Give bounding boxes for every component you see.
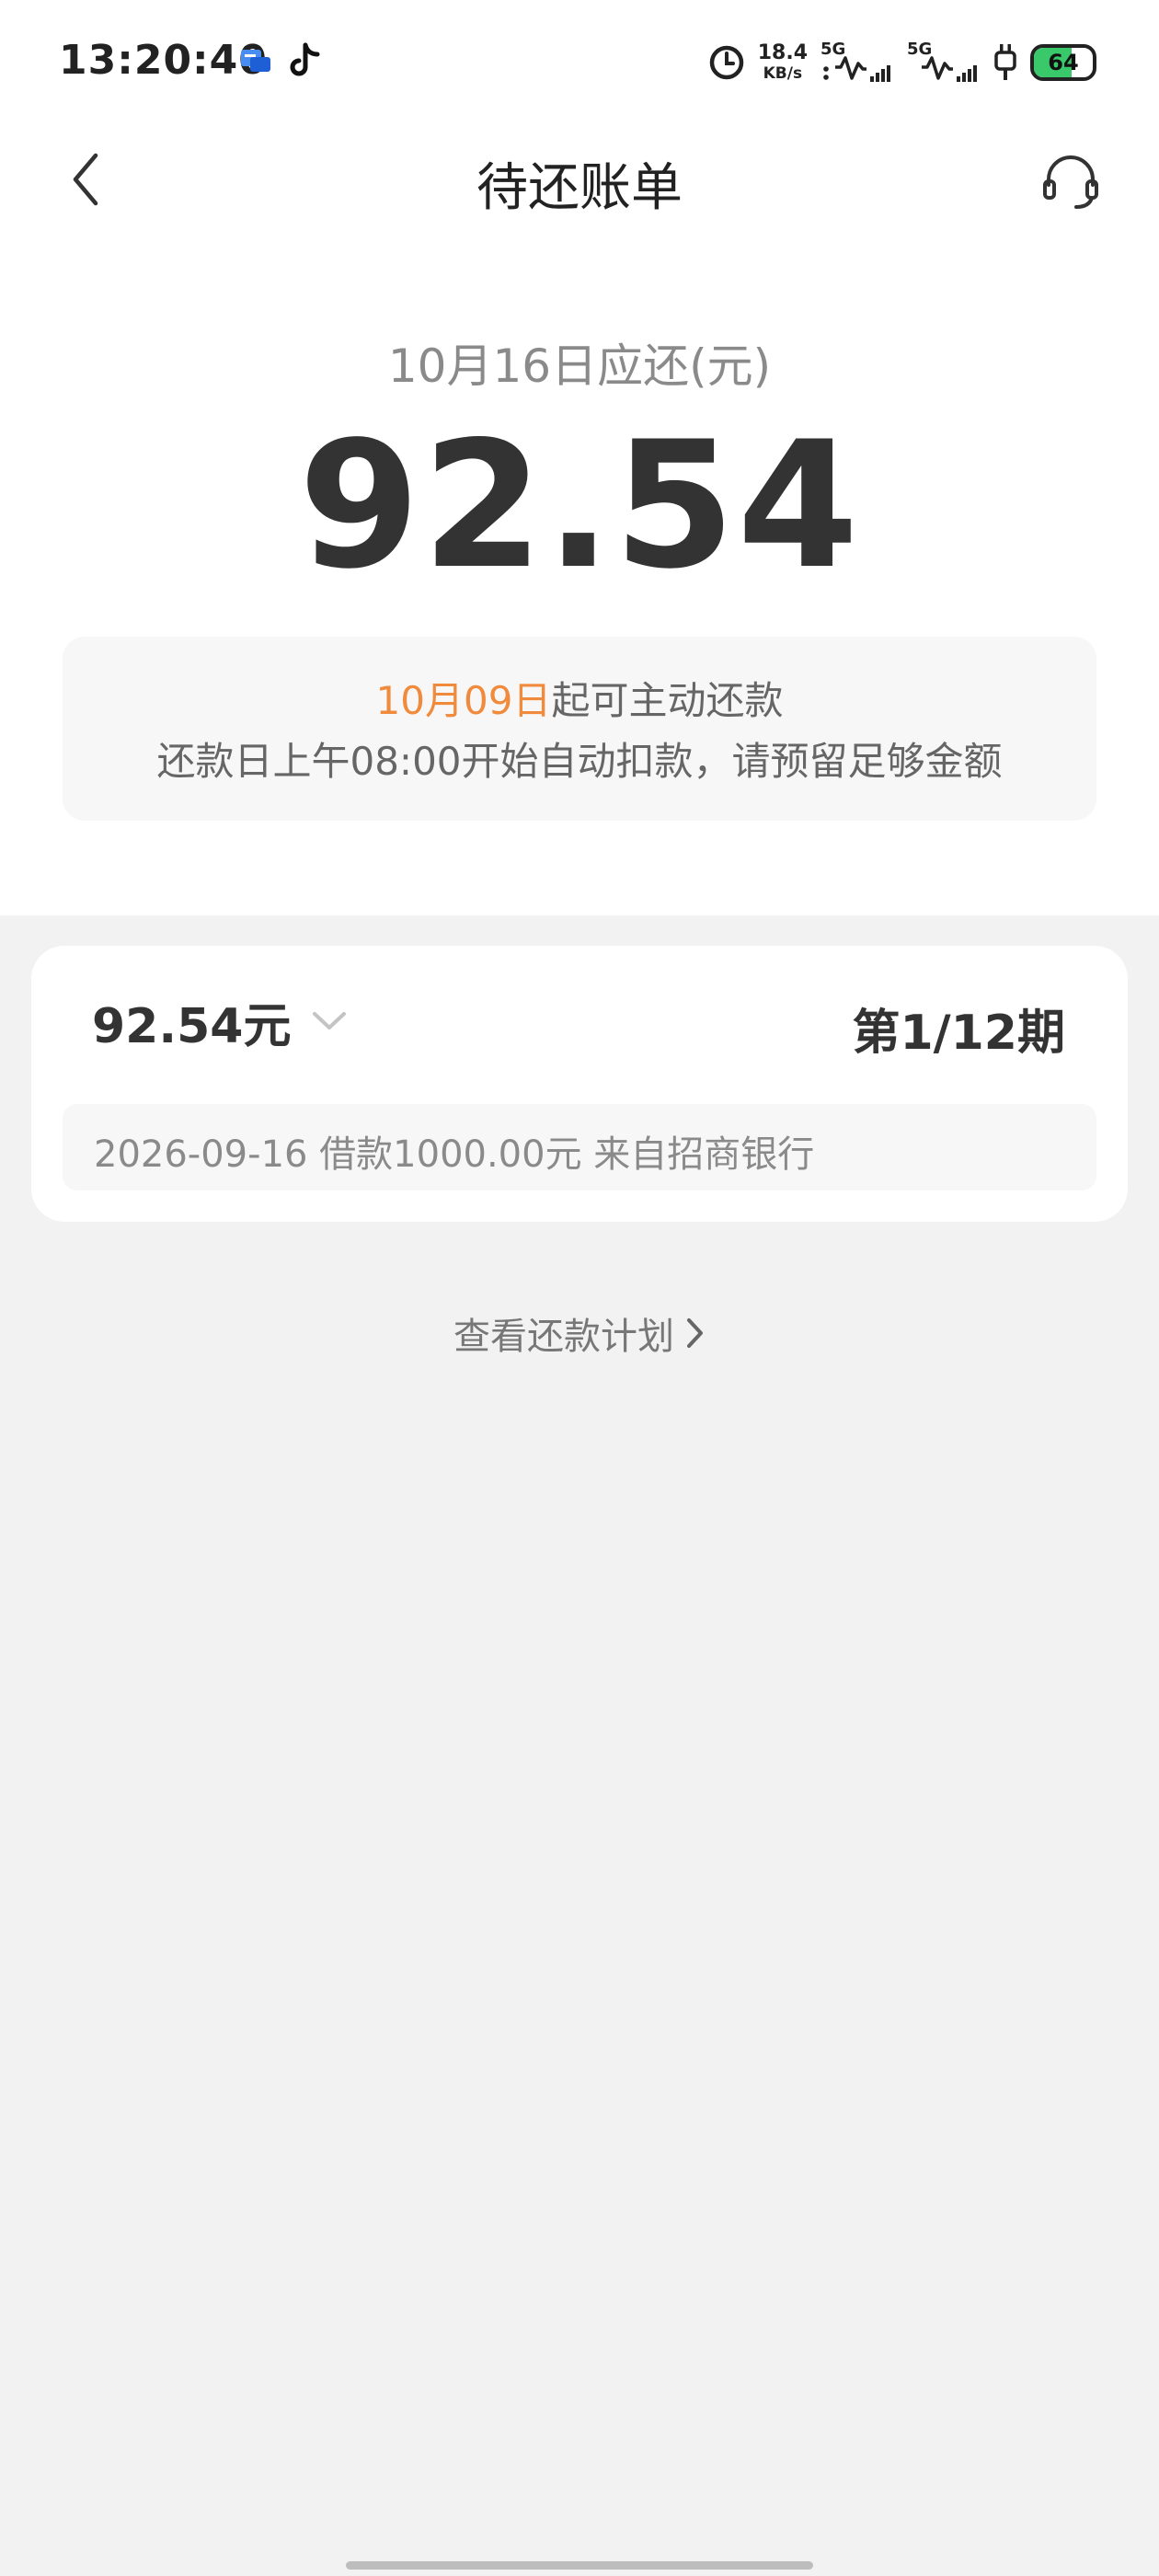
- signal-icon: 5G: [907, 40, 981, 84]
- bill-card: 92.54元 第1/12期 2026-09-16 借款1000.00元 来自招商…: [31, 946, 1128, 1222]
- bill-period: 第1/12期: [852, 1006, 1065, 1061]
- loan-info: 2026-09-16 借款1000.00元 来自招商银行: [63, 1104, 1096, 1190]
- app-screen: 13:20:40 18.4 KB/s 5G 5G 64 待还账单 10月16日应…: [0, 0, 1159, 2576]
- bill-amount: 92.54元: [92, 998, 292, 1054]
- view-repayment-plan-label: 查看还款计划: [453, 1316, 674, 1358]
- chevron-down-icon: [313, 1012, 347, 1029]
- notice-start-text: 起可主动还款: [551, 678, 784, 723]
- notice-start-line: 10月09日起可主动还款: [63, 670, 1096, 726]
- chevron-right-icon: [687, 1318, 703, 1348]
- signal-icon: 5G: [820, 40, 894, 84]
- notice-start-date: 10月09日: [375, 678, 552, 723]
- customer-service-button[interactable]: [1038, 148, 1104, 214]
- repayment-notice: 10月09日起可主动还款 还款日上午08:00开始自动扣款，请预留足够金额: [63, 637, 1096, 821]
- view-repayment-plan-link[interactable]: 查看还款计划: [0, 1306, 1159, 1360]
- status-time: 13:20:40: [59, 37, 268, 84]
- chat-app-icon: [241, 48, 272, 75]
- page-title: 待还账单: [476, 158, 683, 218]
- headset-icon: [1043, 155, 1098, 209]
- signal-label: 5G: [907, 40, 933, 59]
- status-icons: 18.4 KB/s 5G 5G 64: [708, 37, 1096, 88]
- alarm-icon: [708, 44, 745, 81]
- network-speed-value: 18.4: [757, 41, 808, 64]
- notice-autodebit-text: 还款日上午08:00开始自动扣款，请预留足够金额: [156, 739, 1003, 784]
- top-section: 13:20:40 18.4 KB/s 5G 5G 64 待还账单 10月16日应…: [0, 0, 1159, 915]
- tiktok-icon: [287, 42, 322, 79]
- loan-info-text: 2026-09-16 借款1000.00元 来自招商银行: [94, 1133, 815, 1176]
- charging-icon: [993, 42, 1017, 83]
- network-speed: 18.4 KB/s: [758, 43, 808, 82]
- signal-label: 5G: [820, 40, 846, 59]
- bill-amount-toggle[interactable]: 92.54元: [92, 990, 348, 1054]
- network-speed-unit: KB/s: [763, 64, 803, 83]
- battery-icon: 64: [1030, 44, 1096, 81]
- due-date-label: 10月16日应还(元): [387, 339, 772, 393]
- home-gesture-bar[interactable]: [346, 2561, 813, 2570]
- due-amount: 92.54: [298, 404, 861, 607]
- battery-level: 64: [1048, 50, 1079, 75]
- status-bar: 13:20:40 18.4 KB/s 5G 5G 64: [0, 0, 1159, 124]
- nav-bar: 待还账单: [0, 124, 1159, 235]
